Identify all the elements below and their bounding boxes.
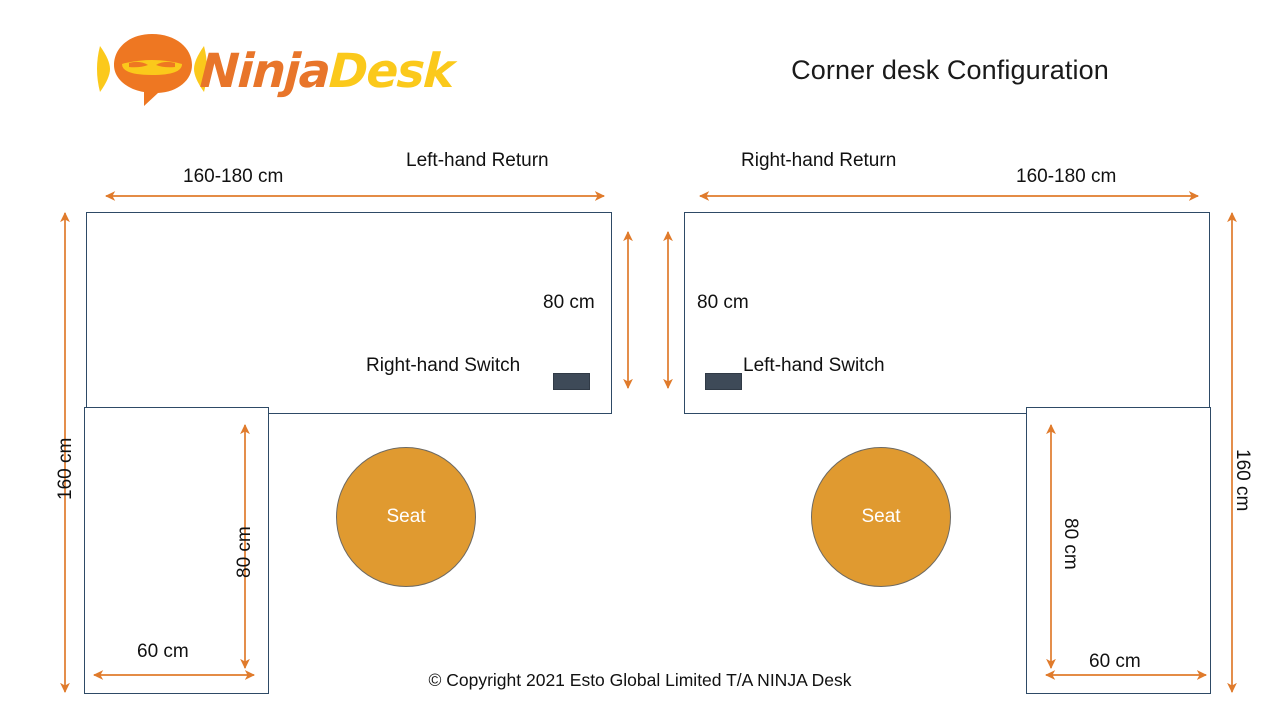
left-seat: Seat <box>336 447 476 587</box>
right-switch-block-icon <box>705 373 742 390</box>
left-diagram-title: Left-hand Return <box>406 150 549 171</box>
brand-wordmark-ninja: Ninja <box>198 44 331 99</box>
left-top-width-label: 160-180 cm <box>183 166 284 187</box>
brand-wordmark: NinjaDesk <box>198 44 455 99</box>
brand-wordmark-desk: Desk <box>327 44 455 99</box>
left-return-depth-label: 80 cm <box>234 526 255 578</box>
ninja-head-speech-bubble-icon <box>97 34 207 106</box>
right-diagram-title: Right-hand Return <box>741 150 897 171</box>
right-seat-label: Seat <box>861 506 901 527</box>
left-desk-main-top <box>86 212 612 414</box>
left-return-width-label: 60 cm <box>137 641 189 662</box>
brand-logo: NinjaDesk <box>96 28 496 108</box>
right-switch-label: Left-hand Switch <box>743 355 885 376</box>
diagram-canvas: NinjaDesk Corner desk Configuration Left… <box>0 0 1280 720</box>
right-return-depth-label: 80 cm <box>1060 518 1081 570</box>
left-top-depth-label: 80 cm <box>543 292 595 313</box>
left-switch-block-icon <box>553 373 590 390</box>
right-top-width-label: 160-180 cm <box>1016 166 1117 187</box>
right-overall-height-label: 160 cm <box>1232 449 1253 512</box>
left-overall-height-label: 160 cm <box>55 437 76 500</box>
right-seat: Seat <box>811 447 951 587</box>
copyright-notice: © Copyright 2021 Esto Global Limited T/A… <box>428 670 852 690</box>
right-top-depth-label: 80 cm <box>697 292 749 313</box>
right-desk-main-top <box>684 212 1210 414</box>
left-seat-label: Seat <box>386 506 426 527</box>
page-title: Corner desk Configuration <box>791 55 1109 85</box>
left-switch-label: Right-hand Switch <box>366 355 521 376</box>
